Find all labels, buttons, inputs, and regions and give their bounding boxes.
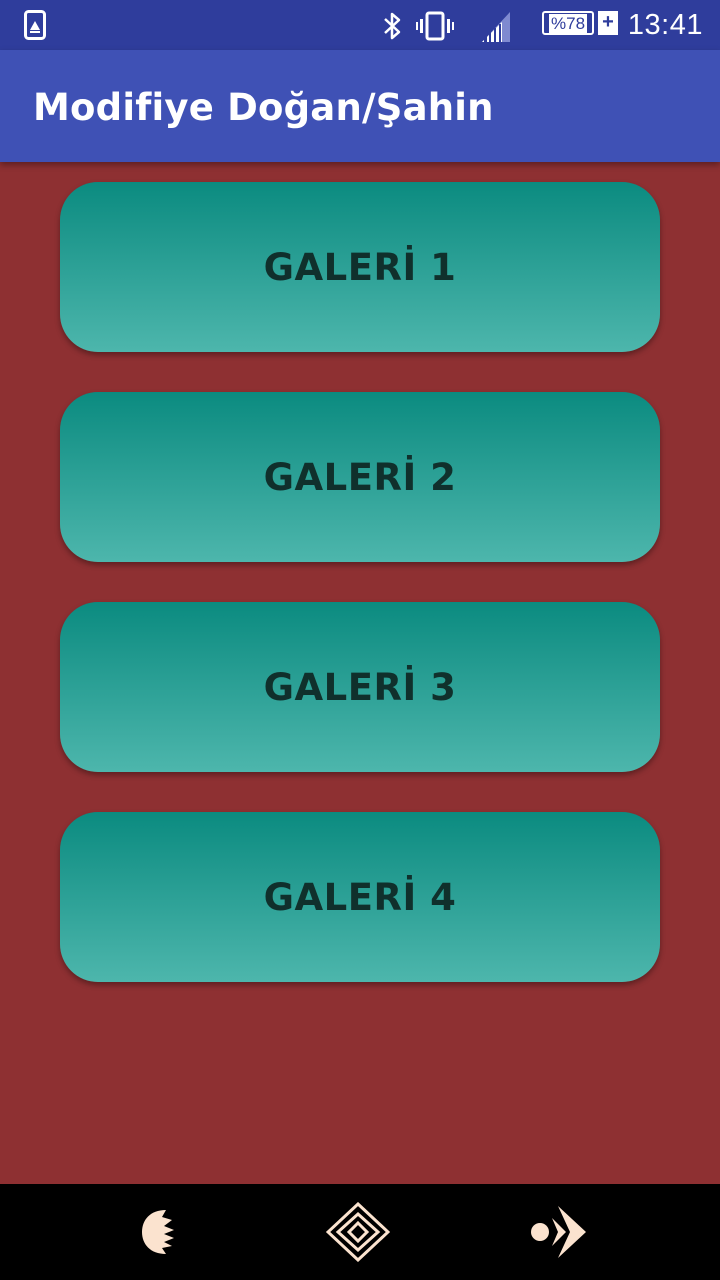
battery-indicator: %78 + xyxy=(542,11,618,39)
navigation-bar xyxy=(0,1184,720,1280)
home-icon[interactable] xyxy=(326,1202,390,1262)
battery-icon: %78 xyxy=(542,11,594,35)
gallery-3-label: GALERİ 3 xyxy=(263,665,457,709)
gallery-4-label: GALERİ 4 xyxy=(263,875,457,919)
gallery-1-button[interactable]: GALERİ 1 xyxy=(60,182,660,352)
status-clock: 13:41 xyxy=(627,9,703,41)
gallery-3-button[interactable]: GALERİ 3 xyxy=(60,602,660,772)
battery-percent: %78 xyxy=(549,14,588,33)
gallery-1-label: GALERİ 1 xyxy=(263,245,457,289)
bluetooth-icon xyxy=(384,12,401,40)
status-bar: %78 + 13:41 xyxy=(0,0,720,50)
gallery-list: GALERİ 1 GALERİ 2 GALERİ 3 GALERİ 4 xyxy=(60,182,660,1022)
gallery-2-button[interactable]: GALERİ 2 xyxy=(60,392,660,562)
app-title: Modifiye Doğan/Şahin xyxy=(33,86,494,129)
app-bar: Modifiye Doğan/Şahin xyxy=(0,50,720,162)
cell-signal-icon xyxy=(482,12,510,42)
charging-icon: + xyxy=(598,11,618,35)
gallery-2-label: GALERİ 2 xyxy=(263,455,457,499)
gallery-4-button[interactable]: GALERİ 4 xyxy=(60,812,660,982)
back-icon[interactable] xyxy=(128,1202,192,1262)
photo-notification-icon xyxy=(24,10,46,40)
recents-icon[interactable] xyxy=(526,1202,590,1262)
vibrate-icon xyxy=(416,11,454,41)
